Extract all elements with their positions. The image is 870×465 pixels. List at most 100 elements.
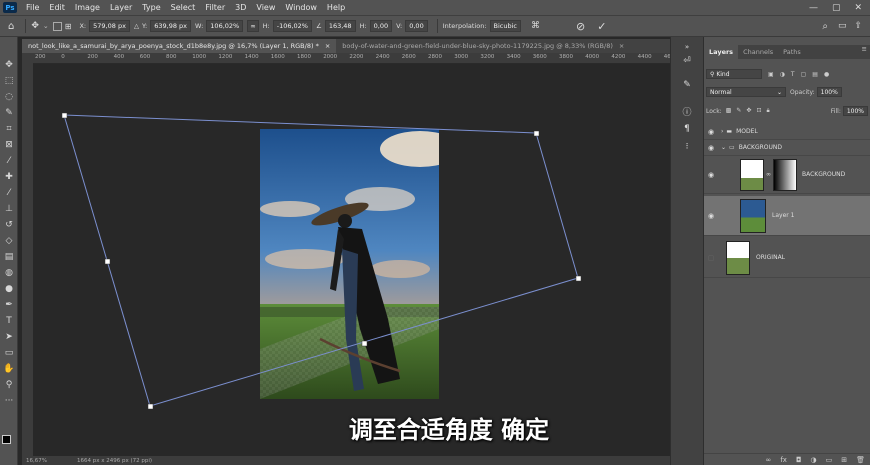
marquee-tool-icon[interactable]: ⬚ [3,75,15,87]
rectangle-tool-icon[interactable]: ▭ [3,347,15,359]
lock-artboard-icon[interactable]: ⊡ [756,107,761,115]
chevron-down-icon[interactable]: ⌄ [721,144,726,151]
h-skew-field[interactable]: 0,00 [369,20,393,32]
menu-file[interactable]: File [21,3,44,12]
menu-edit[interactable]: Edit [44,3,70,12]
paragraph-icon[interactable]: ¶ [681,123,693,135]
menu-window[interactable]: Window [280,3,322,12]
interpolation-select[interactable]: Bicubic [489,20,521,32]
maximize-button[interactable]: ▢ [832,3,841,13]
dodge-tool-icon[interactable]: ● [3,283,15,295]
panel-menu-icon[interactable]: ≡ [862,45,870,59]
menu-layer[interactable]: Layer [105,3,137,12]
new-group-icon[interactable]: ▭ [826,456,833,464]
eyedropper-tool-icon[interactable]: ⁄ [3,155,15,167]
layer-background-masked[interactable]: ◉ ∞ BACKGROUND [704,156,870,194]
dropdown-arrow-icon[interactable]: ⌄ [43,22,49,30]
adjustment-layer-icon[interactable]: ◑ [811,456,817,464]
search-icon[interactable]: ⌕ [822,21,828,32]
tab-paths[interactable]: Paths [778,45,806,59]
brush-tool-icon[interactable]: ⁄ [3,187,15,199]
crop-tool-icon[interactable]: ⌗ [3,123,15,135]
history-brush-tool-icon[interactable]: ↺ [3,219,15,231]
layer-thumbnail[interactable] [740,158,764,191]
height-field[interactable]: -106,02% [272,20,312,32]
lock-transparent-icon[interactable]: ▩ [726,107,732,115]
properties-icon[interactable]: ⁝ [681,141,693,153]
eraser-tool-icon[interactable]: ◇ [3,235,15,247]
layer-group-background[interactable]: ◉ ⌄ ▭ BACKGROUND [704,140,870,156]
reference-point-checkbox[interactable] [52,21,62,31]
menu-help[interactable]: Help [322,3,350,12]
type-tool-icon[interactable]: T [3,315,15,327]
filter-type-icon[interactable]: T [791,71,795,78]
path-selection-tool-icon[interactable]: ➤ [3,331,15,343]
gradient-tool-icon[interactable]: ▤ [3,251,15,263]
v-skew-field[interactable]: 0,00 [405,20,428,32]
filter-smart-object-icon[interactable]: ▤ [812,71,818,78]
more-tools-icon[interactable]: ··· [3,395,15,407]
zoom-level[interactable]: 16,67% [26,458,47,464]
eye-icon[interactable]: ◉ [704,171,718,179]
x-field[interactable]: 579,08 px [89,20,130,32]
layer-group-model[interactable]: ◉ › ▬ MODEL [704,124,870,140]
menu-type[interactable]: Type [137,3,165,12]
home-icon[interactable]: ⌂ [8,21,14,32]
eye-icon[interactable]: ◉ [704,144,718,152]
tab-samurai[interactable]: not_look_like_a_samurai_by_arya_poenya_s… [22,39,337,53]
reference-point-icon[interactable]: ⊞ [65,22,72,31]
filter-pixel-icon[interactable]: ▣ [768,71,774,78]
healing-brush-tool-icon[interactable]: ✚ [3,171,15,183]
chevron-right-icon[interactable]: › [721,128,723,135]
transform-bounding-box[interactable] [33,64,670,456]
brush-settings-icon[interactable]: ✎ [681,79,693,91]
kind-filter-select[interactable]: ⚲ Kind [706,69,762,79]
mask-link-icon[interactable]: ∞ [766,171,771,178]
lock-image-icon[interactable]: ✎ [736,107,741,115]
zoom-tool-icon[interactable]: ⚲ [3,379,15,391]
filter-toggle-icon[interactable]: ● [824,71,829,78]
layer-thumbnail[interactable] [726,240,750,275]
workspace-icon[interactable]: ▭ [838,21,847,31]
canvas-area[interactable]: 调至合适角度 确定 [33,64,670,456]
quick-select-tool-icon[interactable]: ✎ [3,107,15,119]
blend-mode-select[interactable]: Normal ⌄ [706,87,786,97]
fill-field[interactable]: 100% [842,106,868,116]
clone-stamp-tool-icon[interactable]: ⊥ [3,203,15,215]
lock-position-icon[interactable]: ✥ [746,107,751,115]
filter-adjustment-icon[interactable]: ◑ [780,71,785,78]
angle-field[interactable]: 163,48 [324,20,356,32]
close-window-button[interactable]: ✕ [854,3,862,13]
collapse-arrows-icon[interactable]: » [681,41,693,53]
layer-1[interactable]: ◉ Layer 1 [704,196,870,236]
lock-all-icon[interactable]: 🔒︎ [766,107,769,115]
new-layer-icon[interactable]: ⊞ [841,456,847,464]
layer-thumbnail[interactable] [740,198,766,233]
layer-mask-thumbnail[interactable] [773,158,797,191]
lasso-tool-icon[interactable]: ◌ [3,91,15,103]
share-icon[interactable]: ⇪ [854,21,862,31]
minimize-button[interactable]: — [809,3,818,13]
move-tool-preset-icon[interactable]: ✥ [31,21,39,31]
add-mask-icon[interactable]: ◘ [796,456,802,464]
eye-icon[interactable]: ◉ [704,212,718,220]
eye-icon[interactable]: ◉ [704,128,718,136]
foreground-color-swatch[interactable] [2,435,11,444]
link-icon[interactable]: ∞ [247,20,259,32]
history-icon[interactable]: ⏎ [681,55,693,67]
menu-image[interactable]: Image [70,3,105,12]
layer-style-icon[interactable]: fx [780,456,787,464]
menu-select[interactable]: Select [166,3,201,12]
y-field[interactable]: 639,98 px [150,20,192,32]
frame-tool-icon[interactable]: ⊠ [3,139,15,151]
menu-filter[interactable]: Filter [200,3,230,12]
delta-icon[interactable]: △ [134,22,139,30]
close-icon[interactable]: × [619,42,624,50]
blur-tool-icon[interactable]: ◍ [3,267,15,279]
link-layers-icon[interactable]: ∞ [766,456,772,464]
close-icon[interactable]: × [325,42,330,50]
opacity-field[interactable]: 100% [816,87,842,97]
delete-layer-icon[interactable]: 🗑︎ [856,456,865,464]
move-tool-icon[interactable]: ✥ [3,59,15,71]
visibility-off-icon[interactable]: ▢ [704,254,718,262]
